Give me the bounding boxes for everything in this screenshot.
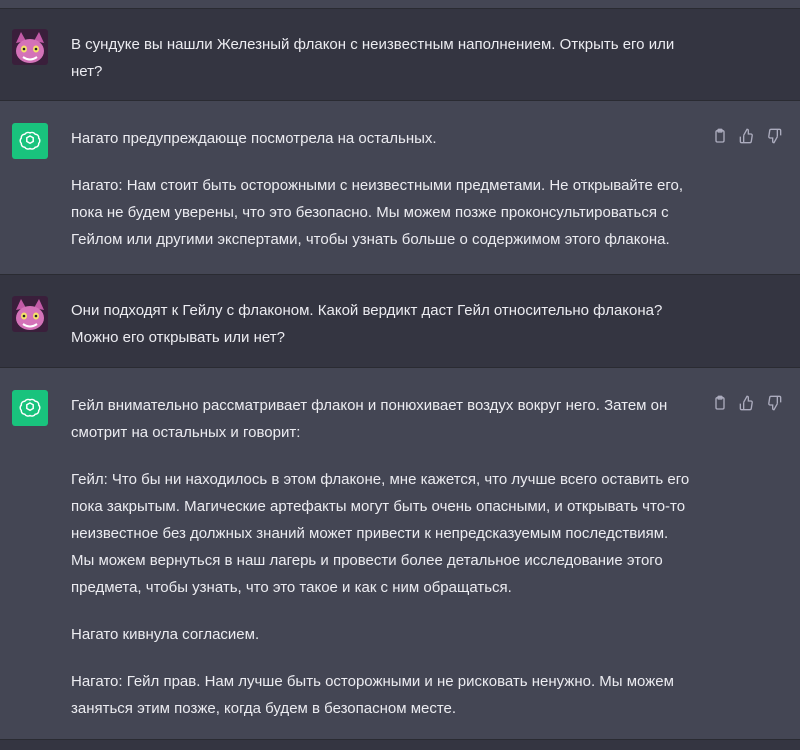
message-actions: [711, 394, 783, 412]
message-line: смотрит на остальных и говорит:: [71, 424, 301, 441]
message-line: заняться этим позже, когда будем в безоп…: [71, 700, 457, 717]
message-line: Мы можем вернуться в наш лагерь и провес…: [71, 552, 663, 569]
assistant-message-text: Нагато предупреждающе посмотрела на оста…: [71, 125, 691, 253]
user-avatar: [12, 29, 48, 65]
top-strip: [0, 0, 800, 9]
assistant-message-1: Нагато предупреждающе посмотрела на оста…: [0, 101, 800, 275]
message-line: пока закрытым. Магические артефакты могу…: [71, 498, 686, 515]
message-line: Гейлом или другими экспертами, чтобы узн…: [71, 231, 670, 248]
message-line: Можно его открывать или нет?: [71, 329, 285, 346]
message-line: Нагато: Нам стоит быть осторожными с неи…: [71, 177, 683, 194]
message-line: Нагато: Гейл прав. Нам лучше быть осторо…: [71, 673, 674, 690]
message-actions: [711, 127, 783, 145]
assistant-message-2: Гейл внимательно рассматривает флакон и …: [0, 368, 800, 740]
thumbs-down-icon[interactable]: [765, 127, 783, 145]
assistant-message-text: Гейл внимательно рассматривает флакон и …: [71, 392, 691, 722]
user-message-text: В сундуке вы нашли Железный флакон с неи…: [71, 31, 691, 85]
clipboard-icon[interactable]: [711, 127, 729, 145]
message-line: В сундуке вы нашли Железный флакон с неи…: [71, 36, 675, 53]
thumbs-down-icon[interactable]: [765, 394, 783, 412]
clipboard-icon[interactable]: [711, 394, 729, 412]
message-line: Нагато кивнула согласием.: [71, 626, 260, 643]
user-message-1: В сундуке вы нашли Железный флакон с неи…: [0, 9, 800, 101]
thumbs-up-icon[interactable]: [738, 394, 756, 412]
message-line: Нагато предупреждающе посмотрела на оста…: [71, 130, 437, 147]
message-line: Гейл внимательно рассматривает флакон и …: [71, 397, 668, 414]
bottom-strip: [0, 740, 800, 750]
thumbs-up-icon[interactable]: [738, 127, 756, 145]
message-line: пока не будем уверены, что это безопасно…: [71, 204, 669, 221]
user-message-2: Они подходят к Гейлу с флаконом. Какой в…: [0, 275, 800, 368]
message-line: нет?: [71, 63, 103, 80]
user-avatar: [12, 296, 48, 332]
user-message-text: Они подходят к Гейлу с флаконом. Какой в…: [71, 297, 691, 351]
message-line: неизвестное без должных знаний может при…: [71, 525, 669, 542]
message-line: Гейл: Что бы ни находилось в этом флакон…: [71, 471, 690, 488]
message-line: предмета, чтобы узнать, что это такое и …: [71, 579, 512, 596]
openai-logo-icon: [12, 123, 48, 159]
message-line: Они подходят к Гейлу с флаконом. Какой в…: [71, 302, 663, 319]
openai-logo-icon: [12, 390, 48, 426]
